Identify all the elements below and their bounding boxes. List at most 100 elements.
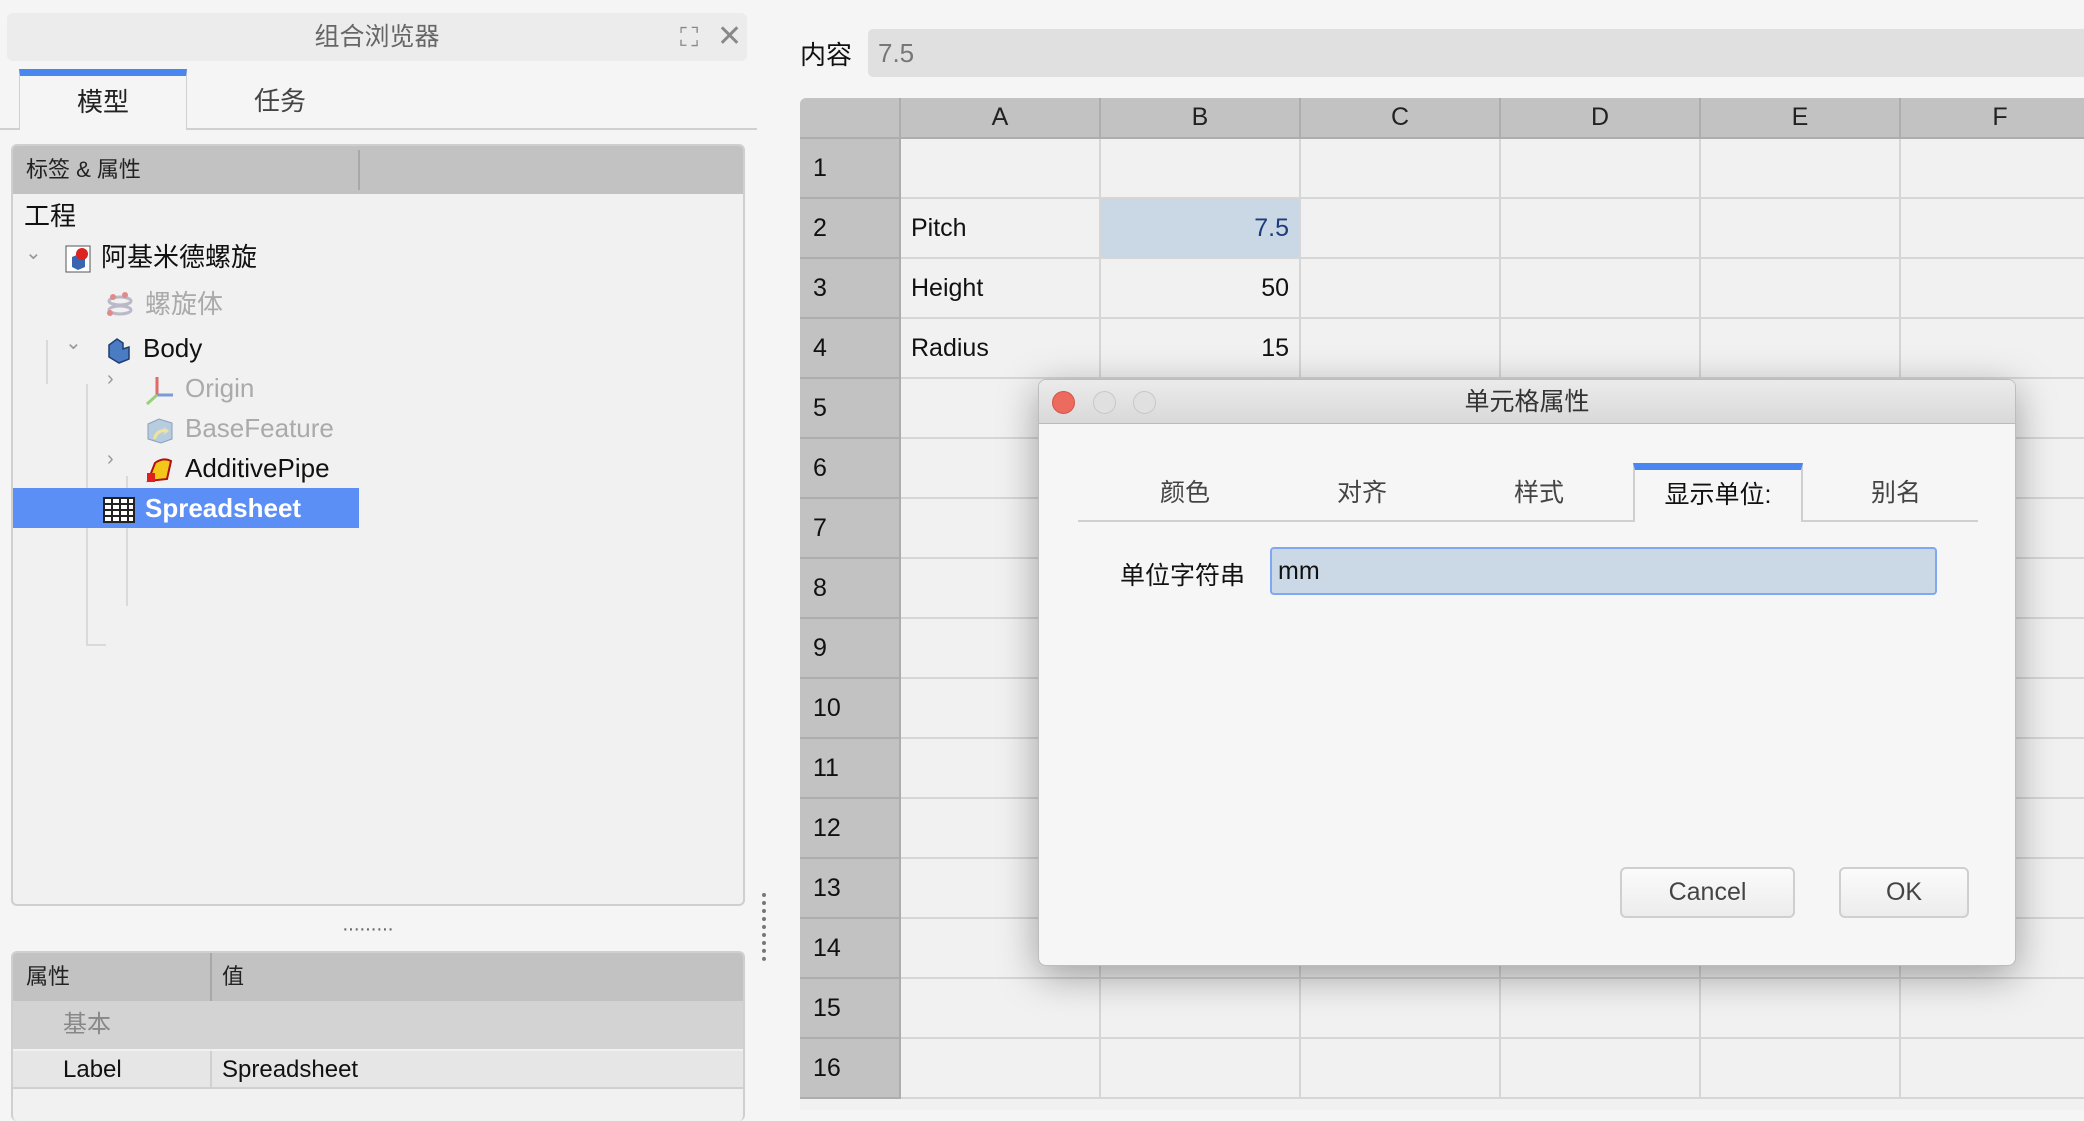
row-header-2[interactable]: 2 — [800, 199, 901, 259]
column-header-B[interactable]: B — [1101, 98, 1301, 139]
cell-C1[interactable] — [1301, 139, 1501, 199]
ok-button[interactable]: OK — [1839, 867, 1969, 918]
cell-A1[interactable] — [901, 139, 1101, 199]
cell-D2[interactable] — [1501, 199, 1701, 259]
cell-F2[interactable] — [1901, 199, 2084, 259]
vertical-splitter-handle[interactable]: ········· — [342, 918, 394, 941]
content-label: 内容 — [800, 40, 853, 70]
tree-item-label: BaseFeature — [185, 413, 334, 443]
row-header-16[interactable]: 16 — [800, 1039, 901, 1099]
row-header-10[interactable]: 10 — [800, 679, 901, 739]
cell-C3[interactable] — [1301, 259, 1501, 319]
cell-C2[interactable] — [1301, 199, 1501, 259]
cell-D3[interactable] — [1501, 259, 1701, 319]
close-window-button[interactable] — [1052, 391, 1075, 414]
cell-A4[interactable]: Radius — [901, 319, 1101, 379]
cell-E16[interactable] — [1701, 1039, 1901, 1099]
tab-style[interactable]: 样式 — [1468, 463, 1610, 522]
column-header-D[interactable]: D — [1501, 98, 1701, 139]
row-header-5[interactable]: 5 — [800, 379, 901, 439]
tab-color[interactable]: 颜色 — [1114, 463, 1256, 522]
collapse-chevron-icon[interactable]: ⌄ — [25, 240, 42, 265]
column-header-F[interactable]: F — [1901, 98, 2084, 139]
tree-item-document[interactable]: 阿基米德螺旋 — [65, 237, 257, 277]
cell-A15[interactable] — [901, 979, 1101, 1039]
cell-D1[interactable] — [1501, 139, 1701, 199]
row-header-7[interactable]: 7 — [800, 499, 901, 559]
tree-item-label: 阿基米德螺旋 — [101, 242, 258, 272]
cell-F15[interactable] — [1901, 979, 2084, 1039]
cell-F16[interactable] — [1901, 1039, 2084, 1099]
corner-header[interactable] — [800, 98, 901, 139]
row-header-14[interactable]: 14 — [800, 919, 901, 979]
tree-item-additivepipe[interactable]: AdditivePipe — [145, 448, 330, 488]
tree-item-origin[interactable]: Origin — [145, 368, 254, 408]
row-header-9[interactable]: 9 — [800, 619, 901, 679]
body-icon — [108, 338, 130, 364]
cell-D16[interactable] — [1501, 1039, 1701, 1099]
row-header-4[interactable]: 4 — [800, 319, 901, 379]
row-header-15[interactable]: 15 — [800, 979, 901, 1039]
cell-D15[interactable] — [1501, 979, 1701, 1039]
property-header: 属性 值 — [13, 953, 743, 1001]
tree-item-basefeature[interactable]: BaseFeature — [145, 408, 334, 448]
cell-A16[interactable] — [901, 1039, 1101, 1099]
column-header-E[interactable]: E — [1701, 98, 1901, 139]
cell-B3[interactable]: 50 — [1101, 259, 1301, 319]
horizontal-splitter-handle[interactable] — [762, 893, 766, 961]
zoom-window-button[interactable] — [1133, 391, 1156, 414]
cell-F1[interactable] — [1901, 139, 2084, 199]
float-panel-icon[interactable]: ⛶ — [680, 13, 698, 61]
cell-D4[interactable] — [1501, 319, 1701, 379]
property-value[interactable]: Spreadsheet — [210, 1051, 358, 1089]
tree-item-body[interactable]: Body — [105, 328, 202, 368]
row-header-6[interactable]: 6 — [800, 439, 901, 499]
column-header-A[interactable]: A — [901, 98, 1101, 139]
cell-B15[interactable] — [1101, 979, 1301, 1039]
tab-model[interactable]: 模型 — [19, 69, 187, 130]
content-input[interactable]: 7.5 — [868, 29, 2084, 77]
row-header-8[interactable]: 8 — [800, 559, 901, 619]
cell-B4[interactable]: 15 — [1101, 319, 1301, 379]
cell-B16[interactable] — [1101, 1039, 1301, 1099]
cell-B2[interactable]: 7.5 — [1101, 199, 1301, 259]
row-header-3[interactable]: 3 — [800, 259, 901, 319]
minimize-window-button[interactable] — [1093, 391, 1116, 414]
cell-F3[interactable] — [1901, 259, 2084, 319]
cell-A3[interactable]: Height — [901, 259, 1101, 319]
cell-E4[interactable] — [1701, 319, 1901, 379]
cell-C15[interactable] — [1301, 979, 1501, 1039]
cell-C4[interactable] — [1301, 319, 1501, 379]
cell-C16[interactable] — [1301, 1039, 1501, 1099]
row-header-13[interactable]: 13 — [800, 859, 901, 919]
tab-alignment[interactable]: 对齐 — [1291, 463, 1433, 522]
collapse-chevron-icon[interactable]: ⌄ — [65, 330, 82, 355]
cell-A2[interactable]: Pitch — [901, 199, 1101, 259]
cell-E15[interactable] — [1701, 979, 1901, 1039]
property-view: 属性 值 基本 Label Spreadsheet — [11, 951, 745, 1121]
property-group-basic[interactable]: 基本 — [13, 1001, 743, 1049]
cell-B1[interactable] — [1101, 139, 1301, 199]
tree-root-project[interactable]: 工程 — [24, 196, 76, 236]
cell-E3[interactable] — [1701, 259, 1901, 319]
tree-item-spreadsheet[interactable]: Spreadsheet — [13, 488, 359, 528]
combo-browser-title: 组合浏览器 — [314, 23, 440, 51]
column-header-C[interactable]: C — [1301, 98, 1501, 139]
tab-alias[interactable]: 别名 — [1825, 463, 1967, 522]
tab-tasks[interactable]: 任务 — [195, 69, 365, 130]
row-header-11[interactable]: 11 — [800, 739, 901, 799]
cancel-button[interactable]: Cancel — [1620, 867, 1795, 918]
property-row-label[interactable]: Label Spreadsheet — [13, 1051, 743, 1089]
cell-E2[interactable] — [1701, 199, 1901, 259]
row-header-1[interactable]: 1 — [800, 139, 901, 199]
cell-E1[interactable] — [1701, 139, 1901, 199]
tab-display-units[interactable]: 显示单位: — [1633, 463, 1803, 522]
unit-string-input[interactable]: mm — [1270, 547, 1937, 595]
dialog-titlebar[interactable]: 单元格属性 — [1039, 380, 2015, 424]
expand-chevron-icon[interactable]: › — [107, 448, 114, 471]
row-header-12[interactable]: 12 — [800, 799, 901, 859]
cell-F4[interactable] — [1901, 319, 2084, 379]
expand-chevron-icon[interactable]: › — [107, 368, 114, 391]
close-panel-icon[interactable]: ✕ — [717, 13, 742, 61]
tree-item-helix[interactable]: 螺旋体 — [105, 284, 223, 324]
